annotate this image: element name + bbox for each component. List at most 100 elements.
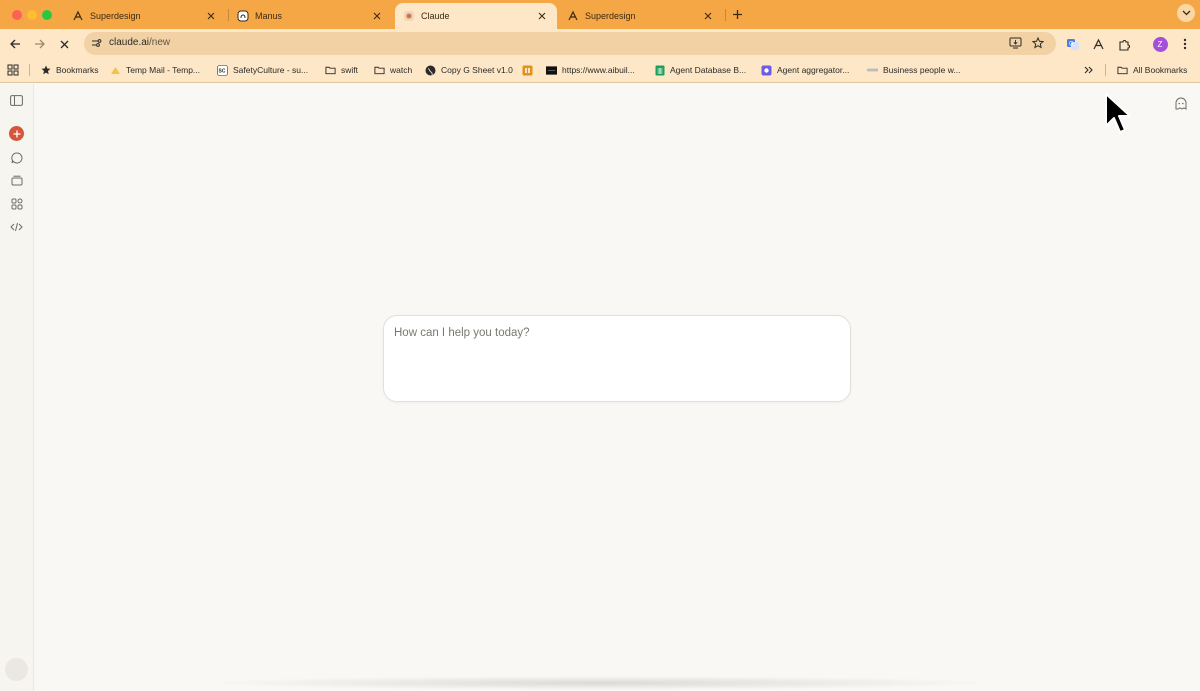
tab-superdesign-2[interactable]: Superdesign bbox=[559, 3, 723, 29]
claude-icon bbox=[403, 10, 415, 22]
artifacts-button[interactable] bbox=[8, 195, 25, 212]
bookmarks-bar: Bookmarks Temp Mail - Temp... SC SafetyC… bbox=[0, 58, 1200, 83]
bookmark-item[interactable]: SC SafetyCulture - su... bbox=[217, 58, 308, 82]
tab-search-button[interactable] bbox=[1177, 4, 1195, 22]
bookmark-folder[interactable]: swift bbox=[325, 58, 358, 82]
superdesign-icon bbox=[72, 10, 84, 22]
user-avatar[interactable] bbox=[5, 658, 28, 681]
manus-icon bbox=[237, 10, 249, 22]
site-icon bbox=[867, 65, 878, 76]
bookmark-item[interactable]: Business people w... bbox=[867, 58, 961, 82]
browser-tab-strip: Superdesign Manus Claude Superdesign bbox=[0, 0, 1200, 29]
orange-app-icon bbox=[522, 65, 533, 76]
new-chat-button[interactable] bbox=[8, 125, 25, 142]
projects-button[interactable] bbox=[8, 172, 25, 189]
safetyculture-icon: SC bbox=[217, 64, 228, 76]
bookmark-label: Temp Mail - Temp... bbox=[126, 65, 201, 75]
tab-title: Manus bbox=[255, 11, 283, 21]
profile-initial: Z bbox=[1152, 36, 1168, 52]
globe-icon bbox=[425, 65, 436, 76]
message-composer[interactable] bbox=[383, 315, 851, 402]
site-icon bbox=[546, 65, 557, 76]
code-icon bbox=[10, 222, 23, 231]
incognito-chat-button[interactable] bbox=[1172, 94, 1190, 112]
close-window-button[interactable] bbox=[12, 10, 22, 20]
profile-avatar[interactable]: Z bbox=[1150, 34, 1170, 54]
bookmark-item[interactable]: Copy G Sheet v1.0 bbox=[425, 58, 513, 82]
bookmark-label: watch bbox=[390, 65, 413, 75]
bookmark-label: Agent aggregator... bbox=[777, 65, 850, 75]
message-input[interactable] bbox=[394, 327, 834, 339]
svg-text:SC: SC bbox=[219, 68, 226, 74]
translate-extension-icon[interactable]: G bbox=[1063, 34, 1083, 54]
more-bookmarks-button[interactable] bbox=[1084, 58, 1094, 82]
svg-text:G: G bbox=[1069, 42, 1074, 48]
close-icon bbox=[60, 40, 68, 48]
mail-icon bbox=[110, 65, 121, 76]
superdesign-icon bbox=[567, 10, 579, 22]
url-path: /new bbox=[149, 37, 171, 48]
bookmark-label: Agent Database B... bbox=[670, 65, 747, 75]
bookmark-item[interactable]: Agent Database B... bbox=[654, 58, 746, 82]
folder-icon bbox=[374, 65, 385, 76]
bookmark-item[interactable] bbox=[522, 58, 538, 82]
bookmarks-divider bbox=[29, 64, 30, 76]
tab-close-icon[interactable] bbox=[701, 9, 715, 23]
new-tab-button[interactable] bbox=[727, 4, 747, 24]
url-text: claude.ai/new bbox=[109, 37, 170, 48]
superdesign-extension-icon[interactable] bbox=[1088, 34, 1108, 54]
bookmark-folder[interactable]: watch bbox=[374, 58, 412, 82]
chats-button[interactable] bbox=[8, 149, 25, 166]
forward-button[interactable] bbox=[29, 34, 49, 54]
app-sidebar bbox=[0, 84, 34, 691]
stop-loading-button[interactable] bbox=[54, 34, 74, 54]
maximize-window-button[interactable] bbox=[42, 10, 52, 20]
minimize-window-button[interactable] bbox=[27, 10, 37, 20]
all-bookmarks-button[interactable]: All Bookmarks bbox=[1117, 58, 1187, 82]
bookmark-item[interactable]: https://www.aibuil... bbox=[546, 58, 635, 82]
tab-close-icon[interactable] bbox=[370, 9, 384, 23]
chevron-double-right-icon bbox=[1084, 66, 1093, 74]
sidebar-toggle-icon bbox=[10, 95, 23, 106]
folder-icon bbox=[325, 65, 336, 76]
sheets-icon bbox=[654, 65, 665, 76]
toggle-sidebar-button[interactable] bbox=[8, 92, 25, 109]
artifacts-grid-icon bbox=[11, 198, 22, 209]
arrow-right-icon bbox=[34, 39, 45, 49]
kebab-menu-icon bbox=[1183, 38, 1187, 50]
back-button[interactable] bbox=[5, 34, 25, 54]
bookmark-label: SafetyCulture - su... bbox=[233, 65, 309, 75]
install-app-icon[interactable] bbox=[1009, 37, 1022, 49]
plus-icon bbox=[9, 126, 24, 141]
tab-claude[interactable]: Claude bbox=[395, 3, 557, 29]
star-icon bbox=[40, 65, 51, 76]
address-bar[interactable]: claude.ai/new bbox=[84, 32, 1056, 55]
bottom-shadow bbox=[200, 676, 1000, 690]
tab-superdesign[interactable]: Superdesign bbox=[64, 3, 226, 29]
bookmark-item[interactable]: Temp Mail - Temp... bbox=[110, 58, 200, 82]
extensions-puzzle-icon[interactable] bbox=[1114, 34, 1134, 54]
plus-icon bbox=[732, 9, 742, 19]
tab-divider bbox=[725, 9, 726, 21]
bookmarks-divider bbox=[1105, 64, 1106, 76]
bookmark-item[interactable]: Bookmarks bbox=[40, 58, 99, 82]
tab-title: Superdesign bbox=[90, 11, 141, 21]
bookmark-label: https://www.aibuil... bbox=[562, 65, 635, 75]
chat-bubble-icon bbox=[10, 151, 22, 163]
mouse-cursor-icon bbox=[1105, 93, 1131, 133]
tab-manus[interactable]: Manus bbox=[229, 3, 392, 29]
apps-grid-icon bbox=[7, 64, 19, 76]
app-icon bbox=[761, 65, 772, 76]
code-button[interactable] bbox=[8, 218, 25, 235]
tab-close-icon[interactable] bbox=[535, 9, 549, 23]
bookmark-item[interactable]: Agent aggregator... bbox=[761, 58, 849, 82]
bookmark-label: Bookmarks bbox=[56, 65, 99, 75]
site-info-icon[interactable] bbox=[90, 37, 102, 49]
tab-close-icon[interactable] bbox=[204, 9, 218, 23]
apps-button[interactable] bbox=[7, 58, 19, 82]
projects-icon bbox=[11, 175, 22, 186]
bookmark-star-icon[interactable] bbox=[1032, 37, 1044, 49]
chevron-down-icon bbox=[1182, 10, 1190, 16]
browser-menu-button[interactable] bbox=[1175, 34, 1195, 54]
bookmark-label: swift bbox=[341, 65, 358, 75]
